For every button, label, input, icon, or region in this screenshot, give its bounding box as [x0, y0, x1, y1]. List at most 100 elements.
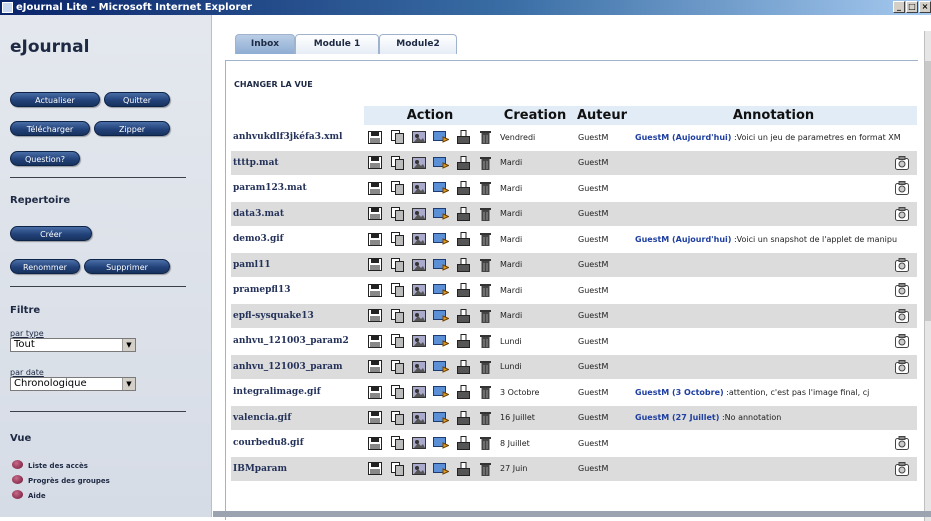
table-row[interactable]: paml11 Mardi GuestM — [231, 252, 917, 278]
copy-icon[interactable] — [386, 227, 408, 253]
table-row[interactable]: ttttp.mat Mardi GuestM — [231, 150, 917, 176]
view-icon[interactable] — [408, 303, 430, 329]
table-row[interactable]: epfl-sysquake13 Mardi GuestM — [231, 303, 917, 329]
table-row[interactable]: valencia.gif 16 Juillet GuestM GuestM (27 J… — [231, 405, 917, 431]
table-row[interactable]: integralimage.gif 3 Octobre GuestM GuestM (… — [231, 380, 917, 406]
save-icon[interactable] — [364, 201, 386, 227]
table-row[interactable]: IBMparam 27 Juin GuestM — [231, 456, 917, 482]
delete-button[interactable]: Supprimer — [84, 259, 170, 274]
view-icon[interactable] — [408, 329, 430, 355]
copy-icon[interactable] — [386, 354, 408, 380]
print-icon[interactable] — [452, 125, 474, 151]
copy-icon[interactable] — [386, 405, 408, 431]
copy-icon[interactable] — [386, 150, 408, 176]
table-row[interactable]: anhvu_121003_param2 Lundi GuestM — [231, 329, 917, 355]
annotation-author[interactable]: GuestM (27 Juillet) — [635, 413, 719, 422]
table-row[interactable]: anhvukdlf3jkéfa3.xml Vendredi GuestM GuestM… — [231, 125, 917, 151]
view-icon[interactable] — [408, 125, 430, 151]
vertical-scrollbar[interactable] — [924, 31, 931, 521]
file-name-link[interactable]: courbedu8.gif — [231, 431, 364, 457]
trash-icon[interactable] — [474, 176, 496, 202]
dropdown-arrow-icon[interactable]: ▼ — [122, 339, 135, 351]
date-filter-select[interactable]: Chronologique ▼ — [10, 377, 136, 391]
annotation-author[interactable]: GuestM (Aujourd'hui) — [635, 133, 731, 142]
save-icon[interactable] — [364, 125, 386, 151]
save-icon[interactable] — [364, 456, 386, 482]
trash-icon[interactable] — [474, 329, 496, 355]
table-row[interactable]: courbedu8.gif 8 Juillet GuestM — [231, 431, 917, 457]
view-icon[interactable] — [408, 176, 430, 202]
tab-module-1[interactable]: Module 1 — [295, 34, 379, 54]
copy-icon[interactable] — [386, 456, 408, 482]
save-icon[interactable] — [364, 380, 386, 406]
file-name-link[interactable]: paml11 — [231, 252, 364, 278]
trash-icon[interactable] — [474, 201, 496, 227]
table-row[interactable]: anhvu_121003_param Lundi GuestM — [231, 354, 917, 380]
view-icon[interactable] — [408, 354, 430, 380]
print-icon[interactable] — [452, 405, 474, 431]
view-icon[interactable] — [408, 431, 430, 457]
view-icon[interactable] — [408, 150, 430, 176]
file-name-link[interactable]: anhvu_121003_param — [231, 354, 364, 380]
help-link[interactable]: Aide — [12, 490, 46, 500]
edit-annotation-icon[interactable] — [895, 257, 909, 272]
edit-annotation-icon[interactable] — [895, 155, 909, 170]
send-icon[interactable] — [430, 252, 452, 278]
copy-icon[interactable] — [386, 125, 408, 151]
copy-icon[interactable] — [386, 431, 408, 457]
maximize-button[interactable]: □ — [906, 1, 918, 13]
trash-icon[interactable] — [474, 278, 496, 304]
view-icon[interactable] — [408, 227, 430, 253]
send-icon[interactable] — [430, 431, 452, 457]
file-name-link[interactable]: param123.mat — [231, 176, 364, 202]
send-icon[interactable] — [430, 150, 452, 176]
create-button[interactable]: Créer — [10, 226, 92, 241]
print-icon[interactable] — [452, 354, 474, 380]
view-icon[interactable] — [408, 405, 430, 431]
view-icon[interactable] — [408, 456, 430, 482]
edit-annotation-icon[interactable] — [895, 359, 909, 374]
send-icon[interactable] — [430, 380, 452, 406]
table-row[interactable]: pramepfl13 Mardi GuestM — [231, 278, 917, 304]
rename-button[interactable]: Renommer — [10, 259, 80, 274]
view-icon[interactable] — [408, 252, 430, 278]
save-icon[interactable] — [364, 150, 386, 176]
quit-button[interactable]: Quitter — [104, 92, 170, 107]
print-icon[interactable] — [452, 380, 474, 406]
download-button[interactable]: Télécharger — [10, 121, 90, 136]
horizontal-scrollbar[interactable] — [213, 511, 931, 517]
send-icon[interactable] — [430, 176, 452, 202]
tab-inbox[interactable]: Inbox — [235, 34, 295, 54]
annotation-author[interactable]: GuestM (Aujourd'hui) — [635, 235, 731, 244]
send-icon[interactable] — [430, 278, 452, 304]
view-icon[interactable] — [408, 201, 430, 227]
table-row[interactable]: demo3.gif Mardi GuestM GuestM (Aujourd'hui)… — [231, 227, 917, 253]
save-icon[interactable] — [364, 329, 386, 355]
edit-annotation-icon[interactable] — [895, 334, 909, 349]
question-button[interactable]: Question? — [10, 151, 80, 166]
copy-icon[interactable] — [386, 201, 408, 227]
copy-icon[interactable] — [386, 380, 408, 406]
file-name-link[interactable]: pramepfl13 — [231, 278, 364, 304]
save-icon[interactable] — [364, 278, 386, 304]
tab-module-2[interactable]: Module2 — [379, 34, 457, 54]
save-icon[interactable] — [364, 303, 386, 329]
save-icon[interactable] — [364, 431, 386, 457]
save-icon[interactable] — [364, 252, 386, 278]
view-icon[interactable] — [408, 380, 430, 406]
file-name-link[interactable]: data3.mat — [231, 201, 364, 227]
trash-icon[interactable] — [474, 303, 496, 329]
refresh-button[interactable]: Actualiser — [10, 92, 100, 107]
trash-icon[interactable] — [474, 252, 496, 278]
send-icon[interactable] — [430, 227, 452, 253]
zip-button[interactable]: Zipper — [94, 121, 170, 136]
print-icon[interactable] — [452, 329, 474, 355]
file-name-link[interactable]: valencia.gif — [231, 405, 364, 431]
file-name-link[interactable]: IBMparam — [231, 456, 364, 482]
print-icon[interactable] — [452, 150, 474, 176]
send-icon[interactable] — [430, 201, 452, 227]
trash-icon[interactable] — [474, 405, 496, 431]
edit-annotation-icon[interactable] — [895, 436, 909, 451]
print-icon[interactable] — [452, 176, 474, 202]
close-button[interactable]: × — [919, 1, 931, 13]
